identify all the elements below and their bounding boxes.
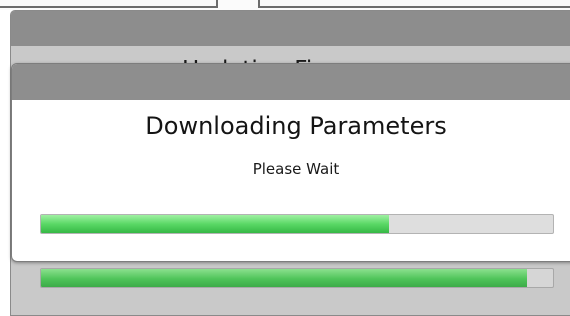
- background-dialog-titlebar: [11, 11, 570, 46]
- background-window-panel-left: [0, 0, 218, 8]
- background-progress-bar: [40, 268, 554, 288]
- download-progress-fill: [41, 215, 390, 233]
- background-window-panel-right: [258, 0, 570, 8]
- dialog-titlebar[interactable]: [12, 64, 570, 100]
- dialog-subtitle: Please Wait: [252, 160, 340, 178]
- dialog-title: Downloading Parameters: [145, 112, 447, 140]
- download-progress-dialog: Downloading Parameters Please Wait: [11, 63, 570, 262]
- background-progress-fill: [41, 269, 528, 287]
- download-progress-bar: [40, 214, 554, 234]
- background-window: [0, 0, 570, 10]
